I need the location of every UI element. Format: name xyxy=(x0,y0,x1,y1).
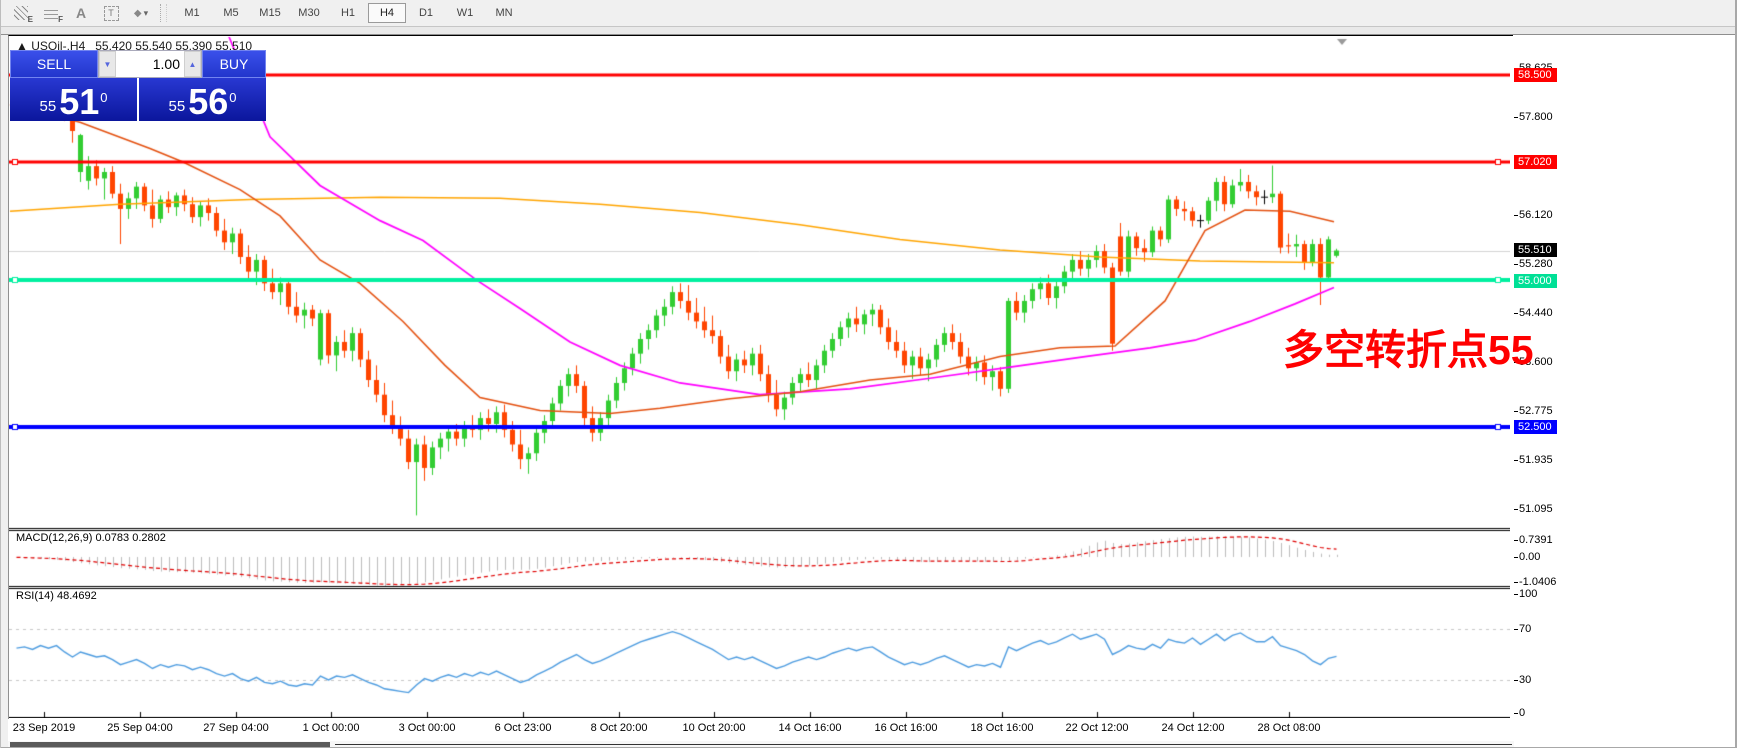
date-label: 6 Oct 23:00 xyxy=(494,722,552,734)
date-label: 22 Oct 12:00 xyxy=(1065,722,1129,734)
date-label: 23 Sep 2019 xyxy=(12,722,76,734)
equidistant-channel-icon[interactable]: E xyxy=(8,3,34,24)
toolbar: E F A T ◆ ▾ M1 M5 M15 M30 H1 H4 D1 W1 MN xyxy=(0,0,1737,26)
axis-tick: 0.7391 xyxy=(1514,534,1553,546)
axis-tick: 55.280 xyxy=(1514,258,1553,270)
toolbar-separator xyxy=(160,4,167,22)
date-label: 3 Oct 00:00 xyxy=(398,722,456,734)
axis-tick: 30 xyxy=(1513,674,1532,686)
volume-input[interactable] xyxy=(116,51,184,77)
price-badge: 55.000 xyxy=(1514,274,1557,288)
buy-price[interactable]: 55 56 0 xyxy=(139,78,266,121)
sell-button[interactable]: SELL xyxy=(10,50,98,78)
timeframe-D1[interactable]: D1 xyxy=(407,3,445,23)
date-label: 18 Oct 16:00 xyxy=(970,722,1034,734)
timeframe-M15[interactable]: M15 xyxy=(251,3,289,23)
sell-price[interactable]: 55 51 0 xyxy=(10,78,137,121)
arrows-icon[interactable]: ◆ ▾ xyxy=(128,3,154,23)
date-label: 1 Oct 00:00 xyxy=(302,722,360,734)
axis-tick: 70 xyxy=(1513,623,1532,635)
date-label: 27 Sep 04:00 xyxy=(203,722,269,734)
date-label: 8 Oct 20:00 xyxy=(590,722,648,734)
toolbar-separator-band xyxy=(0,26,1737,35)
axis-tick: 57.800 xyxy=(1514,111,1553,123)
volume-stepper: ▼ ▲ xyxy=(98,50,202,78)
window-left-border xyxy=(0,0,1,748)
axis-tick: 51.935 xyxy=(1514,454,1553,466)
axis-tick: 52.775 xyxy=(1514,405,1553,417)
timeframe-MN[interactable]: MN xyxy=(485,3,523,23)
axis-tick: 0 xyxy=(1513,707,1526,719)
price-badge: 57.020 xyxy=(1514,155,1557,169)
scrollbar-track-line xyxy=(335,744,1512,745)
price-axis[interactable]: 58.62557.80056.12055.28054.44053.60052.7… xyxy=(1513,35,1735,748)
timeframe-M5[interactable]: M5 xyxy=(212,3,250,23)
text-label-icon[interactable]: T xyxy=(98,3,124,23)
axis-tick: 51.095 xyxy=(1514,503,1553,515)
axis-tick: 100 xyxy=(1513,588,1538,600)
axis-tick: 56.120 xyxy=(1514,209,1553,221)
volume-increase-icon[interactable]: ▲ xyxy=(184,51,201,77)
date-label: 16 Oct 16:00 xyxy=(874,722,938,734)
axis-tick: -1.0406 xyxy=(1513,576,1557,588)
date-label: 24 Oct 12:00 xyxy=(1161,722,1225,734)
date-label: 14 Oct 16:00 xyxy=(778,722,842,734)
buy-button[interactable]: BUY xyxy=(202,50,266,78)
rsi-label: RSI(14) 48.4692 xyxy=(16,590,97,602)
date-axis[interactable]: 23 Sep 2019 25 Sep 04:00 27 Sep 04:00 1 Oct… xyxy=(8,719,1514,741)
one-click-trading-panel: SELL ▼ ▲ BUY 55510 55560 xyxy=(10,50,266,121)
price-badge: 52.500 xyxy=(1514,420,1557,434)
fibonacci-retracement-icon[interactable]: F xyxy=(38,3,64,24)
timeframe-W1[interactable]: W1 xyxy=(446,3,484,23)
timeframe-M30[interactable]: M30 xyxy=(290,3,328,23)
text-icon[interactable]: A xyxy=(68,3,94,23)
timeframe-bar: M1 M5 M15 M30 H1 H4 D1 W1 MN xyxy=(173,3,524,23)
price-badge: 58.500 xyxy=(1514,68,1557,82)
macd-label: MACD(12,26,9) 0.0783 0.2802 xyxy=(16,532,166,544)
volume-decrease-icon[interactable]: ▼ xyxy=(99,51,116,77)
timeframe-H1[interactable]: H1 xyxy=(329,3,367,23)
axis-tick: 0.00 xyxy=(1513,551,1541,563)
date-label: 25 Sep 04:00 xyxy=(107,722,173,734)
chart-canvas[interactable] xyxy=(9,36,1510,718)
price-badge: 55.510 xyxy=(1514,243,1557,257)
chart-annotation: 多空转折点55 xyxy=(1283,327,1534,373)
date-label: 28 Oct 08:00 xyxy=(1257,722,1321,734)
timeframe-H4[interactable]: H4 xyxy=(368,3,406,23)
timeframe-M1[interactable]: M1 xyxy=(173,3,211,23)
date-label: 10 Oct 20:00 xyxy=(682,722,746,734)
